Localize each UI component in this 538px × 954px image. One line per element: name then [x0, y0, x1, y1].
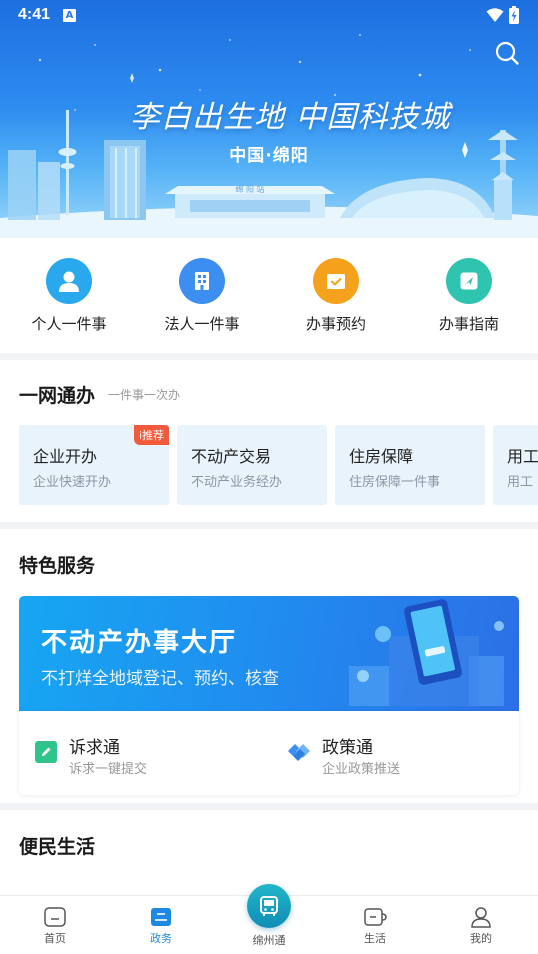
handshake-icon — [288, 744, 310, 761]
calendar-check-icon — [313, 258, 359, 304]
life-icon — [364, 908, 387, 926]
bus-icon — [260, 896, 278, 916]
quick-appointment[interactable]: 办事预约 — [276, 258, 396, 334]
service-title: 诉求通 — [69, 738, 120, 758]
card-title: 不动产交易 — [191, 447, 272, 466]
station-sign: 绵 阳 站 — [235, 184, 264, 194]
card-desc: 住房保障一件事 — [349, 475, 441, 490]
card-business-startup[interactable]: i推荐 企业开办 企业快速开办 — [19, 425, 169, 505]
service-shortcuts: 诉求通 诉求一键提交 政策通 企业政策推送 — [19, 711, 519, 795]
service-desc: 企业政策推送 — [322, 762, 401, 777]
banner-subtitle: 不打烊全地域登记、预约、核查 — [41, 669, 279, 689]
tab-home[interactable]: 首页 — [15, 896, 95, 954]
banner-title: 不动产办事大厅 — [41, 628, 238, 658]
service-title: 政策通 — [322, 738, 373, 758]
card-title: 企业开办 — [33, 447, 98, 466]
battery-icon — [509, 6, 519, 24]
building-icon — [179, 258, 225, 304]
card-desc: 不动产业务经办 — [191, 475, 283, 490]
wifi-icon — [486, 8, 504, 22]
section-title: 特色服务 — [19, 555, 96, 577]
quick-label: 办事预约 — [305, 315, 366, 333]
card-title: 用工 — [507, 447, 538, 466]
card-employment[interactable]: 用工 用工 — [493, 425, 538, 505]
tab-label: 首页 — [44, 932, 66, 945]
tab-label: 绵州通 — [252, 934, 286, 947]
quick-actions: 个人一件事 法人一件事 办事预约 办事指南 — [0, 238, 538, 353]
home-icon — [44, 907, 66, 927]
city-skyline-illustration: 绵 阳 站 — [0, 110, 538, 238]
status-time: 4:41 — [18, 6, 51, 23]
quick-label: 办事指南 — [438, 315, 499, 333]
tab-life[interactable]: 生活 — [335, 896, 415, 954]
card-desc: 企业快速开办 — [33, 475, 112, 490]
quick-personal[interactable]: 个人一件事 — [9, 258, 129, 334]
recommend-badge: i推荐 — [133, 425, 169, 445]
quick-label: 法人一件事 — [164, 315, 240, 333]
card-real-estate[interactable]: 不动产交易 不动产业务经办 — [177, 425, 327, 505]
quick-label: 个人一件事 — [31, 315, 107, 333]
card-desc: 用工 — [507, 475, 534, 490]
tab-government[interactable]: 政务 — [121, 896, 201, 954]
tab-profile[interactable]: 我的 — [441, 896, 521, 954]
section-title: 一网通办 — [19, 385, 96, 407]
search-icon[interactable] — [494, 40, 520, 66]
card-housing[interactable]: 住房保障 住房保障一件事 — [335, 425, 485, 505]
section-subtitle: 一件事一次办 — [108, 388, 181, 402]
tab-mianzhoutong-button[interactable] — [247, 884, 291, 928]
service-desc: 诉求一键提交 — [69, 762, 148, 777]
one-network-section: 一网通办 一件事一次办 i推荐 企业开办 企业快速开办 不动产交易 不动产业务经… — [0, 360, 538, 522]
pencil-icon — [35, 741, 57, 763]
hero-banner: 4:41 A 李白出生地 中国科技城 中国·绵阳 绵 阳 站 — [0, 0, 538, 238]
status-bar: 4:41 A — [0, 0, 538, 32]
tab-label: 生活 — [364, 932, 386, 945]
phone-illustration — [349, 599, 504, 706]
person-icon — [46, 258, 92, 304]
tab-label: 我的 — [470, 932, 492, 945]
featured-section: 特色服务 不动产办事大厅 不打烊全地域登记、预约、核查 诉求通 诉求一键提交 政… — [0, 529, 538, 803]
profile-icon — [471, 907, 491, 928]
tab-label: 政务 — [150, 932, 172, 945]
gov-icon — [151, 908, 171, 926]
quick-guide[interactable]: 办事指南 — [409, 258, 529, 334]
compass-icon — [446, 258, 492, 304]
section-title: 便民生活 — [19, 836, 96, 858]
quick-corporate[interactable]: 法人一件事 — [142, 258, 262, 334]
notification-icon: A — [63, 9, 76, 22]
card-title: 住房保障 — [349, 447, 414, 466]
real-estate-hall-banner[interactable]: 不动产办事大厅 不打烊全地域登记、预约、核查 — [19, 596, 519, 711]
